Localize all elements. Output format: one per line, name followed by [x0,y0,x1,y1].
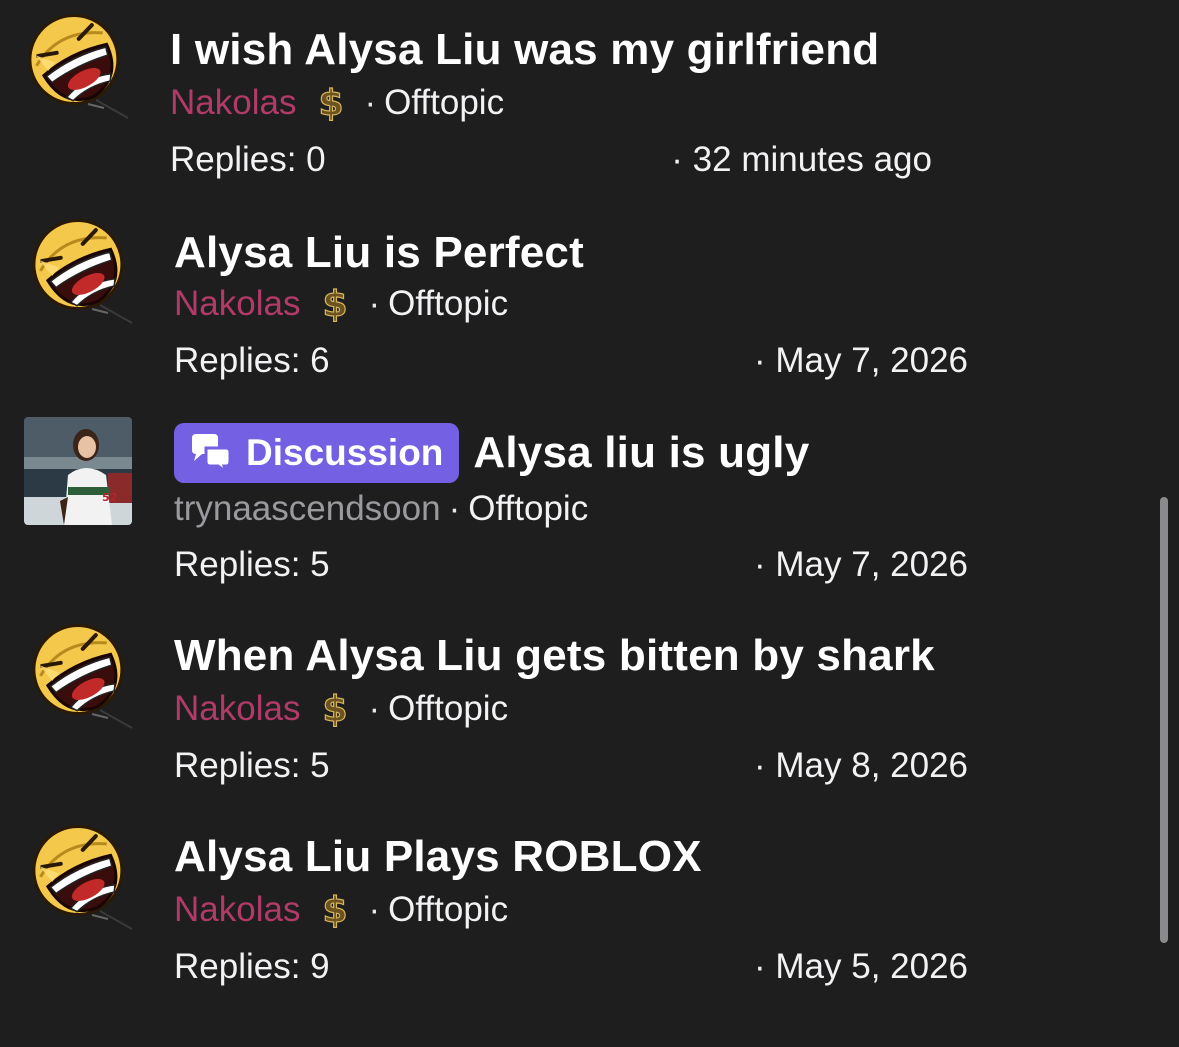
user-photo-avatar[interactable]: 52 [24,417,132,525]
meta-separator: · [368,284,381,323]
laughing-emoji-icon[interactable] [22,213,134,325]
meta-separator: · [364,83,377,122]
thread-item[interactable]: When Alysa Liu gets bitten by shark Nako… [0,606,1140,796]
thread-title[interactable]: I wish Alysa Liu was my girlfriend [170,24,879,76]
svg-text:52: 52 [102,491,117,504]
reply-count: Replies: 6 [174,341,330,380]
laughing-emoji-icon[interactable] [22,618,134,730]
thread-date: · 32 minutes ago [671,140,932,179]
thread-title[interactable]: Alysa Liu is Perfect [174,227,584,279]
laughing-emoji-icon[interactable] [22,819,134,931]
thread-list: I wish Alysa Liu was my girlfriend Nakol… [0,0,1179,1047]
thread-category[interactable]: Offtopic [388,284,508,324]
laughing-emoji-icon[interactable] [18,8,130,120]
dollar-badge-icon [314,82,348,124]
thread-title[interactable]: Alysa Liu Plays ROBLOX [174,831,702,883]
author-name[interactable]: Nakolas [174,689,300,729]
thread-title[interactable]: Alysa liu is ugly [473,427,809,479]
thread-title[interactable]: When Alysa Liu gets bitten by shark [174,630,935,682]
thread-item[interactable]: Alysa Liu is Perfect Nakolas · Offtopic … [0,201,1140,391]
thread-date: · May 8, 2026 [754,746,968,785]
discussion-badge[interactable]: Discussion [174,423,460,483]
thread-item[interactable]: 52 Discussion Alysa liu is ugly trynaasc… [0,405,1140,595]
thread-item[interactable]: Alysa Liu Plays ROBLOX Nakolas · Offtopi… [0,807,1140,997]
dollar-badge-icon [318,283,352,325]
scrollbar-thumb[interactable] [1160,497,1168,943]
thread-date: · May 7, 2026 [754,545,968,584]
thread-item[interactable]: I wish Alysa Liu was my girlfriend Nakol… [0,0,1140,190]
thread-category[interactable]: Offtopic [388,890,508,930]
thread-category[interactable]: Offtopic [384,83,504,123]
thread-date: · May 7, 2026 [754,341,968,380]
thread-category[interactable]: Offtopic [468,489,588,529]
meta-separator: · [368,689,381,728]
dollar-badge-icon [318,889,352,931]
thread-date: · May 5, 2026 [754,947,968,986]
reply-count: Replies: 9 [174,947,330,986]
dollar-badge-icon [318,688,352,730]
meta-separator: · [448,489,461,528]
author-name[interactable]: Nakolas [174,890,300,930]
chat-bubbles-icon [192,434,232,474]
thread-category[interactable]: Offtopic [388,689,508,729]
author-name[interactable]: Nakolas [170,83,296,123]
author-name[interactable]: Nakolas [174,284,300,324]
meta-separator: · [368,890,381,929]
reply-count: Replies: 5 [174,545,330,584]
reply-count: Replies: 5 [174,746,330,785]
badge-label: Discussion [246,432,444,473]
reply-count: Replies: 0 [170,140,326,179]
author-name[interactable]: trynaascendsoon [174,489,441,529]
